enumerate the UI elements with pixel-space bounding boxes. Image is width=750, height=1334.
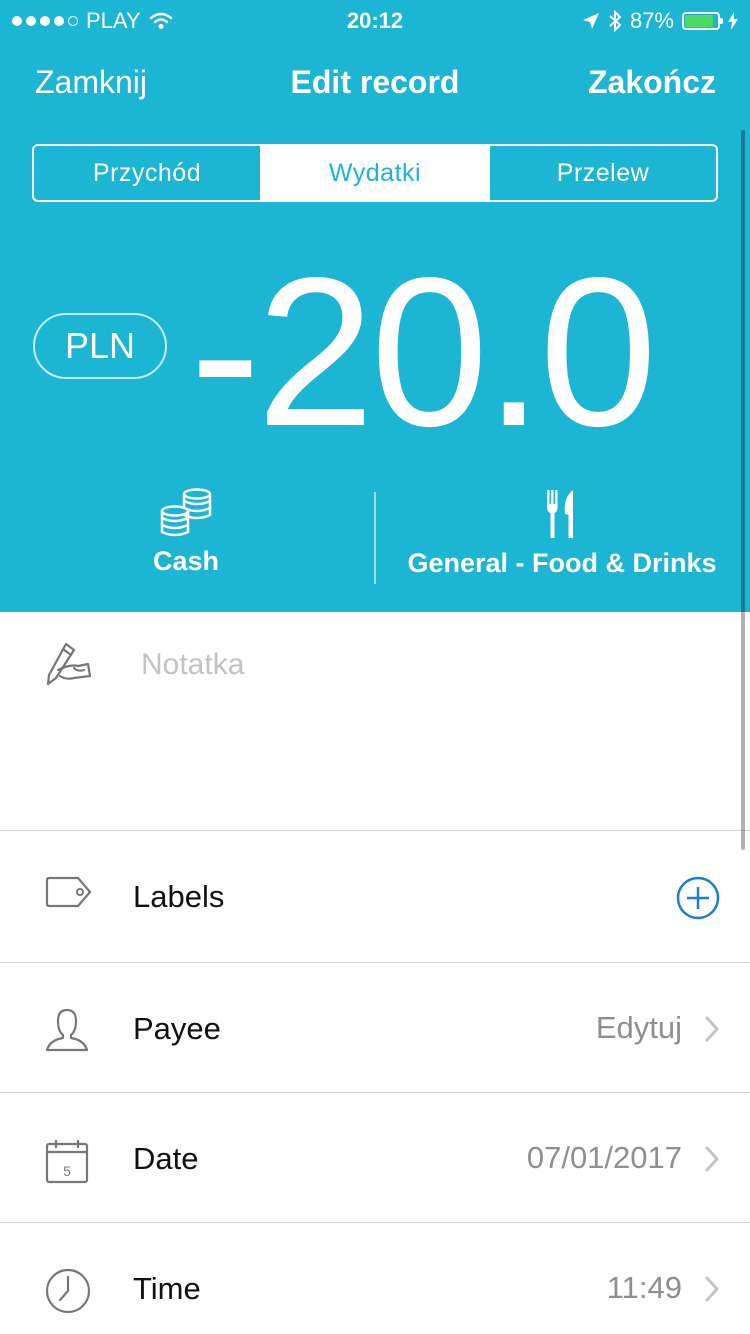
payee-label: Payee	[133, 1011, 221, 1046]
chevron-right-icon	[705, 1276, 720, 1302]
edit-record-screen: PLAY 20:12 87% Zamknij Edit record Zakoń…	[0, 0, 750, 1334]
date-label: Date	[133, 1141, 199, 1176]
calendar-day-text: 5	[63, 1163, 71, 1179]
header-panel: PLAY 20:12 87% Zamknij Edit record Zakoń…	[0, 0, 750, 612]
chevron-right-icon	[705, 1146, 720, 1172]
account-label: Cash	[152, 546, 220, 576]
note-field[interactable]: Notatka	[0, 612, 750, 830]
amount-display[interactable]: -20.0	[190, 246, 657, 458]
date-row[interactable]: 5 Date 07/01/2017	[0, 1092, 750, 1222]
record-type-segmented-control: Przychód Wydatki Przelew	[32, 144, 718, 202]
segment-income[interactable]: Przychód	[34, 146, 260, 200]
clock-icon	[45, 1268, 91, 1314]
meta-divider	[374, 492, 376, 584]
payee-row[interactable]: Payee Edytuj	[0, 962, 750, 1092]
charging-bolt-icon	[728, 12, 738, 30]
segment-expense[interactable]: Wydatki	[260, 146, 488, 200]
time-value: 11:49	[606, 1270, 682, 1305]
time-label: Time	[133, 1271, 201, 1306]
location-arrow-icon	[582, 13, 599, 29]
pencil-hand-icon	[46, 642, 92, 686]
bluetooth-icon	[609, 10, 622, 32]
nav-bar: Zamknij Edit record Zakończ	[0, 62, 750, 108]
battery-percent: 87%	[629, 8, 674, 33]
note-placeholder: Notatka	[141, 648, 245, 681]
person-icon	[45, 1008, 89, 1052]
category-label: General - Food & Drinks	[407, 548, 717, 578]
labels-row[interactable]: Labels	[0, 830, 750, 960]
scrollbar[interactable]	[741, 130, 745, 850]
chevron-right-icon	[705, 1016, 720, 1042]
date-value: 07/01/2017	[526, 1140, 682, 1175]
category-selector[interactable]: General - Food & Drinks	[394, 488, 730, 579]
segment-transfer[interactable]: Przelew	[488, 146, 716, 200]
finish-button[interactable]: Zakończ	[588, 64, 716, 101]
calendar-icon: 5	[45, 1140, 89, 1184]
account-selector[interactable]: Cash	[126, 488, 246, 577]
currency-button[interactable]: PLN	[33, 313, 167, 379]
status-right: 87%	[582, 8, 738, 34]
labels-label: Labels	[133, 879, 225, 914]
tag-icon	[45, 876, 92, 908]
fork-knife-icon	[547, 490, 573, 538]
status-bar: PLAY 20:12 87%	[0, 0, 750, 40]
payee-value: Edytuj	[595, 1010, 682, 1045]
battery-icon	[682, 12, 723, 30]
coins-icon	[160, 488, 212, 537]
add-circle-icon[interactable]	[676, 876, 720, 920]
time-row[interactable]: Time 11:49	[0, 1222, 750, 1334]
